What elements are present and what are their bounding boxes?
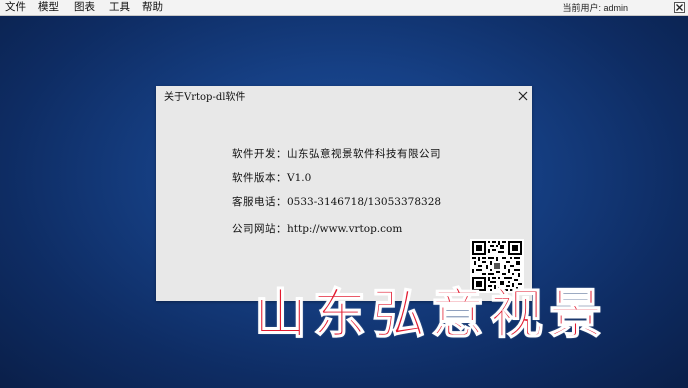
menu-bar: 文件 模型 图表 工具 帮助 当前用户: admin	[0, 0, 688, 16]
menu-model[interactable]: 模型	[38, 1, 59, 14]
dialog-title: 关于Vrtop-dl软件	[164, 92, 246, 103]
menu-tools[interactable]: 工具	[109, 1, 130, 14]
about-dialog: 关于Vrtop-dl软件 软件开发：山东弘意视景软件科技有限公司 软件版本：V1…	[156, 86, 532, 301]
version-label: 软件版本：	[232, 172, 287, 184]
developer-label: 软件开发：	[232, 148, 287, 160]
version-row: 软件版本：V1.0	[232, 171, 311, 185]
menu-help[interactable]: 帮助	[142, 1, 163, 14]
developer-value: 山东弘意视景软件科技有限公司	[287, 148, 441, 160]
version-value: V1.0	[287, 172, 312, 184]
website-label: 公司网站：	[232, 223, 287, 235]
phone-label: 客服电话：	[232, 196, 287, 208]
close-icon	[518, 91, 528, 101]
phone-value: 0533-3146718/13053378328	[287, 196, 442, 208]
website-row: 公司网站：http://www.vrtop.com	[232, 222, 402, 236]
phone-row: 客服电话：0533-3146718/13053378328	[232, 195, 441, 209]
developer-row: 软件开发：山东弘意视景软件科技有限公司	[232, 147, 441, 161]
menu-file[interactable]: 文件	[5, 1, 26, 14]
menu-chart[interactable]: 图表	[74, 1, 95, 14]
dialog-close-button[interactable]	[517, 87, 529, 101]
window-close-button[interactable]	[674, 2, 685, 13]
current-user-label: 当前用户: admin	[562, 3, 628, 13]
website-value: http://www.vrtop.com	[287, 223, 403, 235]
close-icon	[676, 4, 683, 11]
brand-slogan: 山东弘意视景	[253, 282, 608, 345]
